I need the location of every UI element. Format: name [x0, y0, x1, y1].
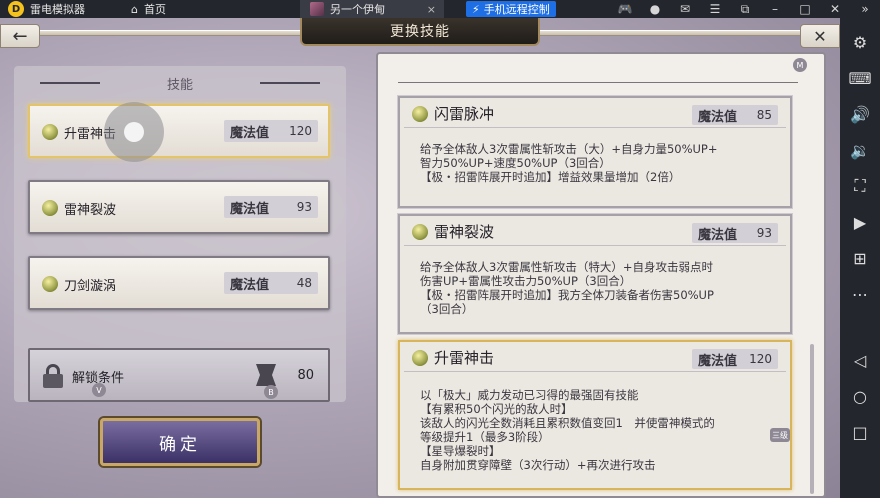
skill-name: 刀剑漩涡	[64, 279, 117, 294]
game-tab[interactable]: 另一个伊甸 ×	[300, 0, 444, 18]
lightning-orb-icon	[42, 276, 58, 292]
lightning-orb-icon	[412, 350, 428, 366]
mp-label: 魔法值	[230, 125, 270, 141]
back-button[interactable]: ←	[0, 24, 40, 48]
lightning-orb-icon	[412, 224, 428, 240]
skill-list-title: 技能	[166, 77, 193, 93]
gamepad-icon[interactable]: 🎮	[610, 2, 640, 16]
mp-cost: 魔法值 48	[224, 272, 318, 294]
detail-top-divider	[398, 82, 798, 83]
unlock-count: 80	[297, 368, 314, 383]
ornament-right	[260, 82, 320, 84]
mail-icon[interactable]: ✉	[670, 2, 700, 16]
restore-window-icon[interactable]: ⧉	[730, 2, 760, 17]
mp-value: 85	[756, 108, 772, 122]
screen-title: 更换技能	[300, 18, 540, 46]
close-window-icon[interactable]: ✕	[820, 2, 850, 16]
ornament-left	[40, 82, 100, 84]
mp-cost: 魔法值 85	[692, 105, 778, 125]
collapse-sidebar-icon[interactable]: »	[850, 2, 880, 16]
volume-up-icon[interactable]: 🔊	[845, 96, 875, 132]
detail-skill-name: 雷神裂波	[434, 223, 495, 241]
skill-detail-card-selected[interactable]: 升雷神击 魔法值 120 以「极大」威力发动已习得的最强固有技能 【有累积50个…	[398, 340, 792, 490]
recent-apps-icon[interactable]: □	[845, 414, 875, 450]
home-circle-icon[interactable]: ○	[845, 378, 875, 414]
game-screen: ← 更换技能 ✕ 技能 升雷神击 魔法值 120 雷神裂波 魔法值 93 刀剑漩…	[0, 18, 840, 498]
remote-control-label: 手机远程控制	[483, 3, 550, 16]
home-icon: ⌂	[131, 2, 138, 16]
user-icon[interactable]: ●	[640, 2, 670, 16]
close-tab-icon[interactable]: ×	[427, 3, 436, 16]
skill-slot-1[interactable]: 升雷神击 魔法值 120	[28, 104, 330, 158]
emulator-sidebar: ⚙ ⌨ 🔊 🔉 ⛶ ▶ ⊞ ⋯ ◁ ○ □	[840, 18, 880, 498]
home-tab[interactable]: ⌂ 首页	[131, 1, 166, 17]
lightning-orb-icon	[42, 124, 58, 140]
skill-slot-2[interactable]: 雷神裂波 魔法值 93	[28, 180, 330, 234]
back-arrow-icon: ←	[12, 25, 28, 47]
maximize-icon[interactable]: □	[790, 2, 820, 16]
more-icon[interactable]: ⋯	[845, 276, 875, 312]
mp-label: 魔法值	[698, 227, 738, 243]
emulator-title-bar: D 雷电模拟器 ⌂ 首页 另一个伊甸 × ⚡ 手机远程控制 🎮 ● ✉ ☰ ⧉ …	[0, 0, 880, 18]
mp-value: 93	[756, 226, 772, 240]
virtual-joystick[interactable]	[104, 102, 164, 162]
fullscreen-icon[interactable]: ⛶	[845, 168, 875, 204]
mp-value: 120	[749, 352, 772, 366]
skill-list-panel: 技能 升雷神击 魔法值 120 雷神裂波 魔法值 93 刀剑漩涡 魔法值 48 …	[14, 66, 346, 402]
app-name: 雷电模拟器	[30, 3, 85, 16]
record-icon[interactable]: ▶	[845, 204, 875, 240]
mp-value: 93	[296, 200, 312, 214]
skill-name: 雷神裂波	[64, 203, 117, 218]
mp-label: 魔法值	[230, 201, 270, 217]
mp-label: 魔法值	[698, 353, 738, 369]
key-hint-scroll: 三级	[770, 428, 790, 442]
skill-description: 给予全体敌人3次雷属性斩攻击（特大）+自身攻击弱点时 伤害UP+雷属性攻击力50…	[420, 260, 714, 316]
game-thumbnail-icon	[310, 2, 324, 16]
detail-skill-name: 闪雷脉冲	[434, 105, 495, 123]
remote-control-button[interactable]: ⚡ 手机远程控制	[466, 1, 556, 17]
skill-list-header: 技能	[14, 72, 346, 94]
lightning-orb-icon	[42, 200, 58, 216]
mp-value: 120	[289, 124, 312, 138]
close-button[interactable]: ✕	[800, 24, 840, 48]
lightning-orb-icon	[412, 106, 428, 122]
skill-description: 给予全体敌人3次雷属性斩攻击（大）+自身力量50%UP+ 智力50%UP+速度5…	[420, 142, 718, 184]
key-hint-v: V	[92, 383, 106, 397]
app-logo-icon: D	[8, 1, 24, 17]
game-tab-title: 另一个伊甸	[330, 3, 385, 16]
close-icon: ✕	[813, 26, 827, 46]
detail-skill-name: 升雷神击	[434, 349, 495, 367]
hourglass-icon	[256, 364, 276, 386]
skill-description: 以「极大」威力发动已习得的最强固有技能 【有累积50个闪光的敌人时】 该敌人的闪…	[420, 388, 715, 472]
mp-cost: 魔法值 120	[692, 349, 778, 369]
lightning-icon: ⚡	[472, 2, 480, 16]
skill-slot-3[interactable]: 刀剑漩涡 魔法值 48	[28, 256, 330, 310]
back-icon[interactable]: ◁	[845, 342, 875, 378]
keyboard-icon[interactable]: ⌨	[845, 60, 875, 96]
game-top-bar: ← 更换技能 ✕	[0, 18, 840, 52]
menu-icon[interactable]: ☰	[700, 2, 730, 16]
settings-icon[interactable]: ⚙	[845, 24, 875, 60]
key-hint-b: B	[264, 385, 278, 399]
confirm-button[interactable]: 确定	[100, 418, 260, 466]
add-app-icon[interactable]: ⊞	[845, 240, 875, 276]
mp-cost: 魔法值 93	[224, 196, 318, 218]
skill-detail-card[interactable]: 雷神裂波 魔法值 93 给予全体敌人3次雷属性斩攻击（特大）+自身攻击弱点时 伤…	[398, 214, 792, 334]
detail-scrollbar[interactable]	[810, 344, 814, 494]
mp-label: 魔法值	[698, 109, 738, 125]
home-label: 首页	[143, 3, 166, 16]
locked-skill-slot[interactable]: 解锁条件 80	[28, 348, 330, 402]
mp-value: 48	[296, 276, 312, 290]
volume-down-icon[interactable]: 🔉	[845, 132, 875, 168]
lock-icon	[42, 364, 64, 388]
mp-cost: 魔法值 93	[692, 223, 778, 243]
mp-cost: 魔法值 120	[224, 120, 318, 142]
minimize-icon[interactable]: –	[760, 2, 790, 16]
skill-detail-card[interactable]: 闪雷脉冲 魔法值 85 给予全体敌人3次雷属性斩攻击（大）+自身力量50%UP+…	[398, 96, 792, 208]
key-hint-m: M	[793, 58, 807, 72]
mp-label: 魔法值	[230, 277, 270, 293]
skill-detail-panel: 闪雷脉冲 魔法值 85 给予全体敌人3次雷属性斩攻击（大）+自身力量50%UP+…	[376, 52, 826, 498]
